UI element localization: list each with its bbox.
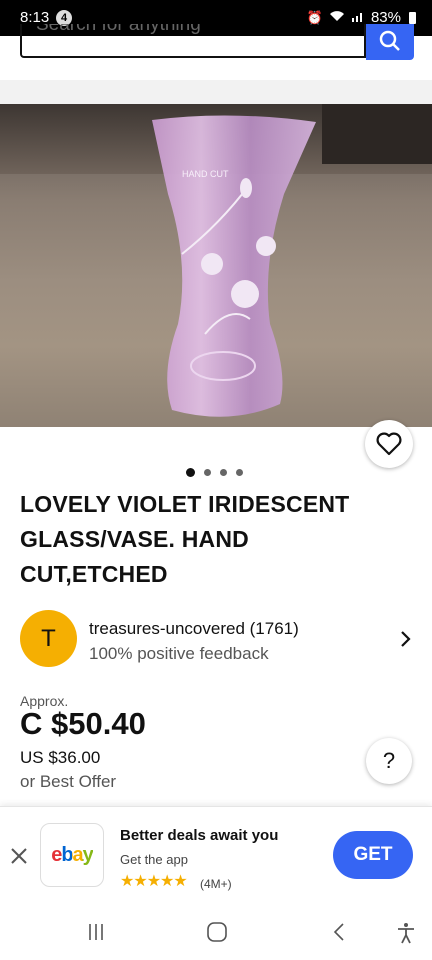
us-price: US $36.00 [20,748,101,767]
chevron-right-icon [401,631,411,647]
app-install-banner: ebay Better deals await you Get the app … [0,806,432,903]
watchlist-heart-button[interactable] [365,420,413,468]
seller-avatar: T [20,610,77,667]
battery-icon [409,11,416,24]
seller-feedback: 100% positive feedback [89,644,269,663]
search-icon [379,30,400,51]
ebay-app-logo: ebay [40,823,104,887]
product-image[interactable]: HAND CUT [0,104,432,427]
help-button[interactable]: ? [366,738,412,784]
rating-count: (4M+) [200,877,232,891]
carousel-dot[interactable] [236,469,243,476]
image-engraving-text: HAND CUT [182,169,229,179]
listing-title: LOVELY VIOLET IRIDESCENT GLASS/VASE. HAN… [20,491,350,587]
ebay-logo-text: ebay [51,844,94,866]
best-offer-label: or Best Offer [20,772,117,791]
search-button[interactable] [366,24,414,60]
carousel-dot[interactable] [220,469,227,476]
carousel-dot[interactable] [204,469,211,476]
get-app-button[interactable]: GET [333,831,413,879]
vase-illustration: HAND CUT [152,115,316,417]
close-icon[interactable] [8,845,30,867]
carousel-dot[interactable] [186,468,195,477]
price: C $50.40 [20,706,146,741]
search-bar: Search for anything [0,24,432,80]
system-navigation-bar [0,902,432,960]
search-placeholder: Search for anything [36,24,201,35]
accessibility-icon[interactable] [396,922,416,944]
seller-info[interactable]: T treasures-uncovered (1761) 100% positi… [20,610,412,668]
search-input[interactable]: Search for anything [20,24,366,58]
banner-subtitle: Get the app [120,852,188,867]
back-icon[interactable] [332,922,346,942]
divider-band [0,80,432,104]
seller-name: treasures-uncovered (1761) [89,619,299,638]
recents-icon[interactable] [86,922,106,942]
star-rating: ★★★★★ [120,873,188,890]
banner-title: Better deals await you [120,827,279,844]
image-carousel-indicator [186,468,243,477]
wifi-icon [329,10,345,25]
signal-icon [351,10,365,25]
home-icon[interactable] [206,922,228,942]
heart-icon [376,432,402,456]
